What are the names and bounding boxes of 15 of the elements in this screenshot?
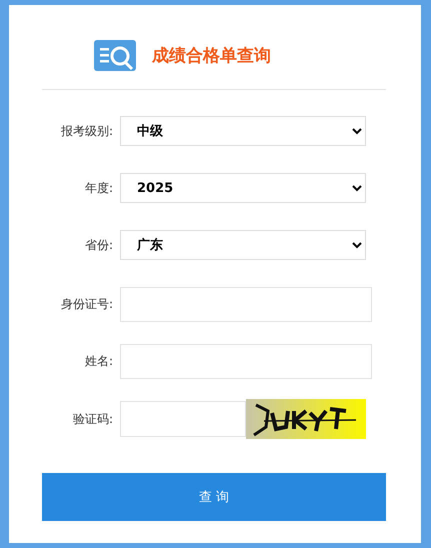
field-label: 姓名: [84, 353, 114, 370]
field-label: 省份: [84, 236, 114, 254]
input-field[interactable] [120, 287, 372, 322]
field-label: 验证码: [72, 410, 114, 428]
query-button[interactable]: 查 询 [42, 473, 386, 521]
dropdown[interactable]: 中级 [120, 116, 366, 146]
input-field[interactable] [120, 401, 246, 437]
dropdown[interactable]: 2025 [120, 173, 366, 203]
dropdown[interactable]: 广东 [120, 230, 366, 260]
field-label: 报考级别: [60, 122, 114, 140]
page-title: 成绩合格单查询 [152, 44, 271, 66]
search-document-icon [94, 40, 136, 70]
input-field[interactable] [120, 344, 372, 379]
field-label: 年度: [84, 180, 114, 196]
field-label: 身份证号: [60, 296, 114, 313]
